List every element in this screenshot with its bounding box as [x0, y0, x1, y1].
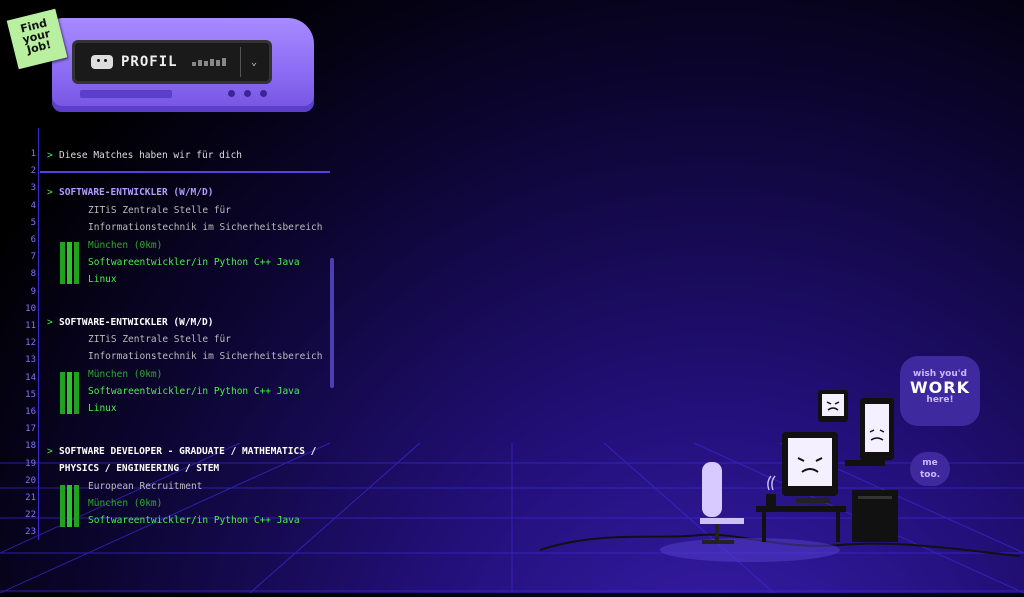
job-company: European Recruitment [88, 481, 203, 492]
job-location: München (0km) [88, 240, 163, 251]
line-number: 2 [30, 166, 36, 177]
line-number-gutter: 1 2 3 4 5 6 7 8 9 10 11 12 13 14 15 16 17 18 19 20 21 22 23 [20, 128, 39, 540]
line-number: 23 [25, 527, 36, 538]
job-title[interactable]: SOFTWARE-ENTWICKLER (W/M/D) [59, 187, 213, 198]
scrollbar[interactable] [330, 258, 334, 388]
job-tags: Softwareentwickler/in Python C++ Java [88, 257, 300, 268]
match-score-bars [60, 485, 79, 527]
match-score-bars [60, 372, 79, 414]
job-title[interactable]: PHYSICS / ENGINEERING / STEM [59, 463, 219, 474]
profile-screen: PROFIL ⌄ [72, 40, 272, 84]
bubble-text: too. [919, 470, 941, 480]
job-tags: Softwareentwickler/in Python C++ Java [88, 386, 300, 397]
job-company: ZITiS Zentrale Stelle für [88, 205, 231, 216]
signal-bars-icon [191, 58, 226, 66]
line-number: 17 [25, 424, 36, 435]
device-knob [244, 90, 251, 97]
job-company: Informationstechnik im Sicherheitsbereic… [88, 222, 323, 233]
line-number: 13 [25, 355, 36, 366]
line-number: 9 [30, 286, 36, 297]
line-number: 1 [30, 149, 36, 159]
device-slot [80, 90, 172, 98]
match-score-bars [60, 242, 79, 284]
job-tags: Linux [88, 274, 117, 285]
heading-divider [40, 171, 330, 173]
line-number: 5 [30, 217, 36, 228]
prompt-icon: > [47, 150, 53, 161]
prompt-icon: > [47, 187, 53, 198]
line-number: 19 [25, 458, 36, 469]
bubble-text: WORK [910, 378, 970, 397]
job-title[interactable]: SOFTWARE-ENTWICKLER (W/M/D) [59, 317, 213, 328]
robot-face-icon [91, 55, 113, 69]
line-number: 8 [30, 269, 36, 280]
line-number: 21 [25, 493, 36, 503]
line-number: 11 [25, 321, 36, 331]
job-tags: Softwareentwickler/in Python C++ Java [88, 515, 300, 526]
line-number: 4 [30, 200, 36, 211]
line-number: 20 [25, 475, 36, 486]
line-number: 3 [30, 183, 36, 194]
speech-bubble: me too. [910, 452, 950, 486]
line-number: 14 [25, 372, 36, 383]
line-number: 15 [25, 389, 36, 400]
prompt-icon: > [47, 446, 53, 457]
line-number: 6 [30, 235, 36, 245]
matches-panel[interactable]: 1 2 3 4 5 6 7 8 9 10 11 12 13 14 15 16 17 18 19 20 21 22 23 > … [20, 128, 336, 540]
job-title[interactable]: SOFTWARE DEVELOPER - GRADUATE / MATHEMAT… [59, 446, 316, 457]
prompt-icon: > [47, 317, 53, 328]
matches-heading: Diese Matches haben wir für dich [59, 150, 243, 161]
line-number: 18 [25, 441, 36, 452]
device-knob [260, 90, 267, 97]
job-company: Informationstechnik im Sicherheitsbereic… [88, 351, 323, 362]
line-number: 16 [25, 407, 36, 417]
bubble-text: me [922, 458, 938, 468]
job-tags: Linux [88, 403, 117, 414]
job-location: München (0km) [88, 369, 163, 380]
dropdown-button[interactable]: ⌄ [240, 47, 267, 77]
line-number: 12 [25, 338, 36, 349]
line-number: 7 [30, 252, 36, 263]
speech-bubble: wish you'd WORK here! [900, 356, 980, 426]
profile-button[interactable]: PROFIL [79, 47, 239, 77]
line-number: 10 [25, 303, 36, 314]
chevron-down-icon: ⌄ [250, 56, 258, 68]
line-number: 22 [25, 510, 36, 521]
office-illustration: wish you'd WORK here! me too. [539, 350, 1021, 593]
job-location: München (0km) [88, 498, 163, 509]
profile-label: PROFIL [121, 54, 178, 70]
device-knob [228, 90, 235, 97]
job-company: ZITiS Zentrale Stelle für [88, 334, 231, 345]
